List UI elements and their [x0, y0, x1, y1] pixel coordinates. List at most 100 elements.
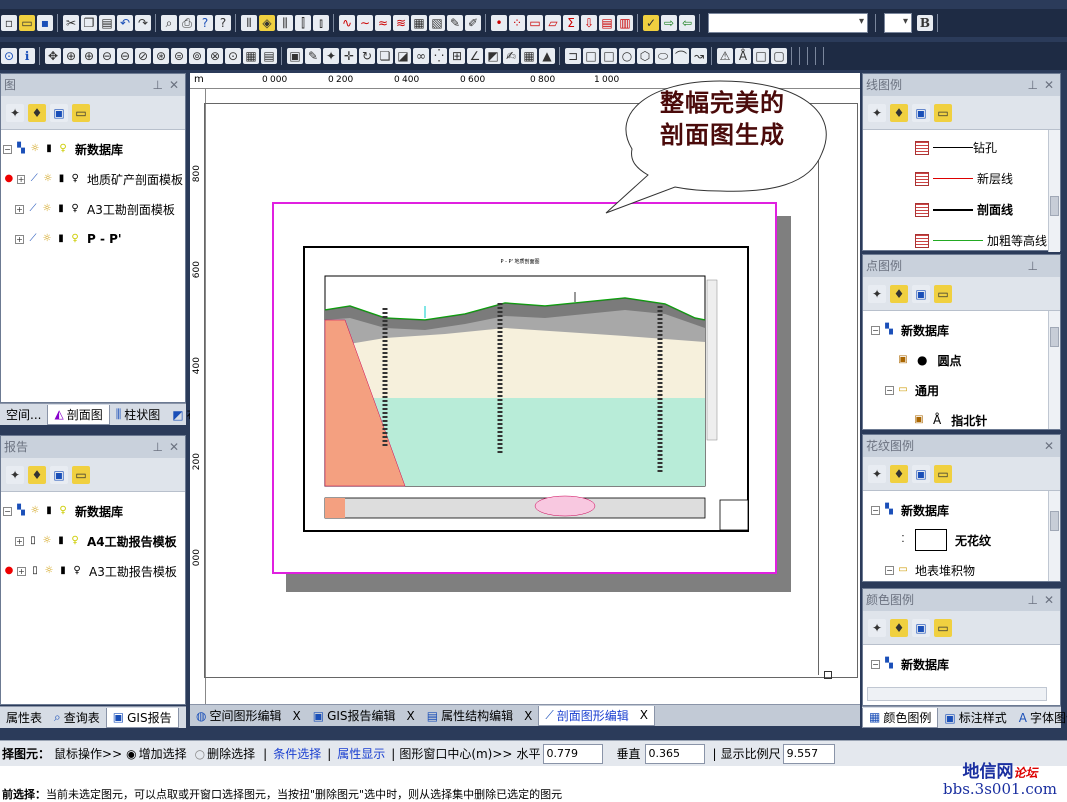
scroll-thumb[interactable] — [1050, 196, 1059, 216]
export2-icon[interactable]: ⇦ — [679, 15, 695, 31]
scrollbar[interactable] — [1048, 311, 1060, 429]
scale-value-field[interactable]: 9.557 — [782, 743, 835, 764]
tab-gis-report-edit[interactable]: ▣ GIS报告编辑 X — [307, 706, 421, 726]
attr-show-button[interactable]: 属性显示 — [337, 745, 385, 762]
pin-icon[interactable]: ⊥ — [153, 74, 163, 96]
ellipse-tool-icon[interactable]: ⬭ — [655, 48, 671, 64]
tab-close-icon[interactable]: X — [640, 708, 648, 722]
tree-folder[interactable]: − ▭ 地表堆积物 — [871, 555, 1058, 585]
legend-item[interactable]: ▣ Å 指北针 — [871, 405, 1058, 435]
points-icon[interactable]: ⁘ — [509, 15, 525, 31]
pan-icon[interactable]: ✥ — [45, 48, 61, 64]
arc-tool-icon[interactable]: ⌒ — [673, 48, 689, 64]
table-grid-icon[interactable]: ▦ — [521, 48, 537, 64]
tab-close-icon[interactable]: X — [407, 709, 415, 723]
folder-icon[interactable]: ▭ — [72, 465, 90, 484]
legend-item[interactable]: ▣ ● 圆点 — [871, 345, 1058, 375]
folder-icon[interactable]: ▭ — [934, 284, 952, 303]
mirror-icon[interactable]: ◪ — [395, 48, 411, 64]
add-select-radio[interactable]: ◉ — [126, 747, 136, 761]
report-icon[interactable]: ▤ — [261, 48, 277, 64]
add-icon[interactable]: ✦ — [868, 284, 886, 303]
pattern-icon[interactable]: ◩ — [485, 48, 501, 64]
context-help-icon[interactable]: ? — [215, 15, 231, 31]
collapse-icon[interactable]: − — [3, 506, 12, 516]
fill2-icon[interactable]: ▧ — [429, 15, 445, 31]
redo-icon[interactable]: ↷ — [135, 15, 151, 31]
tree-item[interactable]: + ⟋ ☼ ▮ ♀ P - P' — [3, 224, 183, 254]
fill-icon[interactable]: ▦ — [411, 15, 427, 31]
props-icon[interactable]: ▣ — [912, 103, 930, 122]
drawing-canvas[interactable]: m 0 000 0 200 0 400 0 600 0 800 1 000 80… — [190, 73, 860, 705]
collapse-icon[interactable]: − — [871, 325, 880, 335]
log2-icon[interactable]: ⫾ — [313, 15, 329, 31]
horizontal-scrollbar[interactable] — [867, 687, 1047, 701]
wave2-icon[interactable]: ≈ — [375, 15, 391, 31]
bezier-tool-icon[interactable]: ↝ — [691, 48, 707, 64]
zoom-refresh-icon[interactable]: ⊙ — [225, 48, 241, 64]
zoom-in2-icon[interactable]: ⊕ — [81, 48, 97, 64]
paste-icon[interactable]: ▤ — [99, 15, 115, 31]
rect-tool-icon[interactable]: □ — [583, 48, 599, 64]
tab-font-legend[interactable]: A字体图例 — [1013, 708, 1067, 728]
edit-line2-icon[interactable]: ✐ — [465, 15, 481, 31]
add-icon[interactable]: ✦ — [868, 103, 886, 122]
v-value-field[interactable]: 0.365 — [644, 743, 705, 764]
legend-item[interactable]: ⁚ 无花纹 — [871, 525, 1058, 555]
add-icon[interactable]: ✦ — [6, 465, 24, 484]
close-icon[interactable]: ✕ — [169, 436, 179, 458]
grid-icon[interactable]: ⊞ — [449, 48, 465, 64]
copy-elem-icon[interactable]: ❏ — [377, 48, 393, 64]
wave3-icon[interactable]: ≋ — [393, 15, 409, 31]
section-page[interactable]: P - P' 地质剖面图 — [272, 202, 777, 574]
tab-query-table[interactable]: ⌕ 查询表 — [48, 708, 106, 728]
pin-icon[interactable]: ⊥ — [1028, 255, 1038, 277]
tab-color-legend[interactable]: ▦ 颜色图例 — [862, 707, 939, 728]
line-tool-icon[interactable]: ⊐ — [565, 48, 581, 64]
close-icon[interactable]: ✕ — [1044, 589, 1054, 611]
bulb-icon[interactable]: ♦ — [890, 103, 908, 122]
tab-space-edit[interactable]: ◍ 空间图形编辑 X — [190, 706, 307, 726]
tab-column[interactable]: ⫼ 柱状图 — [110, 405, 167, 425]
folder-icon[interactable]: ▭ — [934, 464, 952, 483]
zoom-out2-icon[interactable]: ⊖ — [117, 48, 133, 64]
tree-item[interactable]: ● + ▯ ☼ ▮ ♀ A3工勘报告模板 — [3, 556, 183, 586]
bulb-icon[interactable]: ♦ — [28, 465, 46, 484]
tab-attr-table[interactable]: 属性表 — [0, 708, 48, 728]
tree-item[interactable]: + ▯ ☼ ▮ ♀ A4工勘报告模板 — [3, 526, 183, 556]
tab-section[interactable]: ◭ 剖面图 — [47, 404, 110, 425]
tree-root[interactable]: − ▚ 新数据库 — [871, 315, 1058, 345]
scrollbar[interactable] — [1048, 491, 1060, 581]
collapse-icon[interactable]: − — [885, 565, 894, 575]
h-value-field[interactable]: 0.779 — [542, 743, 603, 764]
add-icon[interactable]: ✦ — [6, 103, 24, 122]
new-file-icon[interactable]: ▫ — [1, 15, 17, 31]
scroll-thumb[interactable] — [1050, 327, 1059, 347]
link-icon[interactable]: ∞ — [413, 48, 429, 64]
close-icon[interactable]: ✕ — [1044, 435, 1054, 457]
tab-gis-report[interactable]: ▣ GIS报告 — [105, 707, 179, 728]
bulb-icon[interactable]: ♦ — [890, 464, 908, 483]
rotate-icon[interactable]: ↻ — [359, 48, 375, 64]
print-icon[interactable]: ⎙ — [179, 15, 195, 31]
polygon-tool-icon[interactable]: ⬡ — [637, 48, 653, 64]
open-folder-icon[interactable]: ▭ — [19, 15, 35, 31]
undo-icon[interactable]: ↶ — [117, 15, 133, 31]
tree-item[interactable]: ● + ⟋ ☼ ▮ ♀ 地质矿产剖面模板 — [3, 164, 183, 194]
edit-line-icon[interactable]: ✎ — [447, 15, 463, 31]
legend-item[interactable]: 剖面线 — [863, 194, 1060, 225]
move-icon[interactable]: ✛ — [341, 48, 357, 64]
bold-button[interactable]: B — [917, 15, 933, 31]
triangle-icon[interactable]: ▲ — [539, 48, 555, 64]
zoom-restore-icon[interactable]: ⊗ — [207, 48, 223, 64]
help-icon[interactable]: ? — [197, 15, 213, 31]
note-icon[interactable]: ✓ — [643, 15, 659, 31]
frame2-tool-icon[interactable]: ▢ — [771, 48, 787, 64]
collapse-icon[interactable]: − — [871, 659, 880, 669]
circle-tool-icon[interactable]: ○ — [619, 48, 635, 64]
font-name-select[interactable] — [708, 13, 868, 33]
legend-item[interactable]: 新层线 — [863, 163, 1060, 194]
legend-item[interactable]: 加粗等高线 — [863, 225, 1060, 256]
tree-root[interactable]: − ▚ 新数据库 — [871, 649, 1058, 679]
bulb-icon[interactable]: ♦ — [890, 284, 908, 303]
